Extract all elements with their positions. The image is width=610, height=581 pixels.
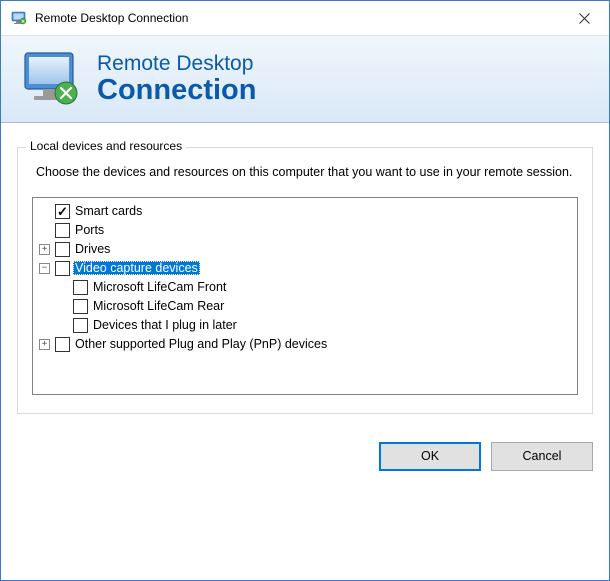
tree-item-ports[interactable]: Ports <box>39 221 571 240</box>
tree-label: Devices that I plug in later <box>91 318 239 332</box>
instructions-text: Choose the devices and resources on this… <box>36 164 578 181</box>
button-row: OK Cancel <box>1 428 609 471</box>
groupbox-local-devices: Local devices and resources Choose the d… <box>17 147 593 414</box>
banner: Remote Desktop Connection <box>1 35 609 123</box>
tree-item-pnp[interactable]: + Other supported Plug and Play (PnP) de… <box>39 335 571 354</box>
expander-icon[interactable]: − <box>39 263 50 274</box>
tree-item-video-capture[interactable]: − Video capture devices <box>39 259 571 278</box>
expander-icon[interactable]: + <box>39 244 50 255</box>
checkbox-lifecam-rear[interactable] <box>73 299 88 314</box>
expander-icon[interactable]: + <box>39 339 50 350</box>
checkbox-ports[interactable] <box>55 223 70 238</box>
banner-title-line1: Remote Desktop <box>97 53 257 75</box>
tree-item-drives[interactable]: + Drives <box>39 240 571 259</box>
tree-label: Drives <box>73 242 112 256</box>
window-title: Remote Desktop Connection <box>35 11 188 25</box>
tree-label: Ports <box>73 223 106 237</box>
cancel-button[interactable]: Cancel <box>491 442 593 471</box>
app-icon: ✕ <box>11 10 27 26</box>
banner-title-line2: Connection <box>97 75 257 105</box>
tree-item-plug-later[interactable]: Devices that I plug in later <box>39 316 571 335</box>
groupbox-title: Local devices and resources <box>26 139 186 153</box>
checkbox-drives[interactable] <box>55 242 70 257</box>
tree-label: Microsoft LifeCam Front <box>91 280 228 294</box>
tree-label: Other supported Plug and Play (PnP) devi… <box>73 337 329 351</box>
svg-text:✕: ✕ <box>21 19 25 24</box>
checkbox-plug-later[interactable] <box>73 318 88 333</box>
checkbox-video-capture[interactable] <box>55 261 70 276</box>
tree-item-smart-cards[interactable]: Smart cards <box>39 202 571 221</box>
tree-item-lifecam-front[interactable]: Microsoft LifeCam Front <box>39 278 571 297</box>
titlebar: ✕ Remote Desktop Connection <box>1 1 609 35</box>
ok-button[interactable]: OK <box>379 442 481 471</box>
close-icon <box>579 13 590 24</box>
tree-item-lifecam-rear[interactable]: Microsoft LifeCam Rear <box>39 297 571 316</box>
checkbox-lifecam-front[interactable] <box>73 280 88 295</box>
tree-label: Video capture devices <box>73 261 200 275</box>
device-tree[interactable]: Smart cards Ports + Drives − Video captu… <box>32 197 578 395</box>
tree-label: Microsoft LifeCam Rear <box>91 299 226 313</box>
checkbox-smart-cards[interactable] <box>55 204 70 219</box>
close-button[interactable] <box>561 3 607 33</box>
tree-label: Smart cards <box>73 204 144 218</box>
banner-icon <box>19 47 83 111</box>
checkbox-pnp[interactable] <box>55 337 70 352</box>
